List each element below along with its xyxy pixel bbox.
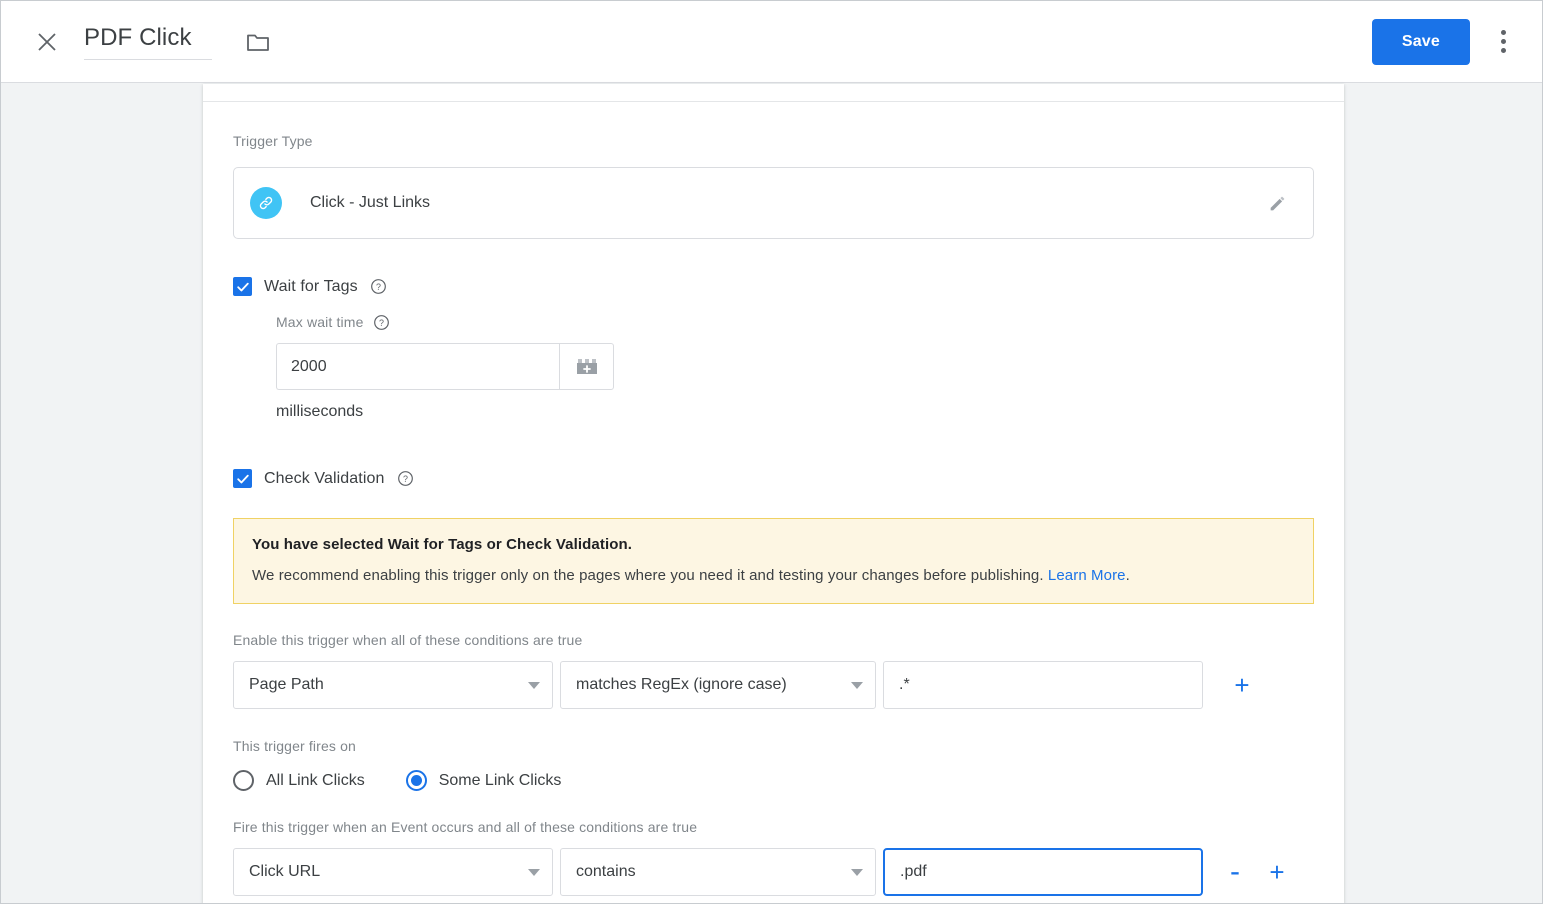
warning-body-suffix: . [1126,567,1130,584]
folder-button[interactable] [245,29,271,55]
checkmark-icon [236,472,250,486]
close-button[interactable] [33,28,61,56]
more-vert-icon-dot [1501,39,1506,44]
validation-warning-banner: You have selected Wait for Tags or Check… [233,518,1314,604]
edit-trigger-type-button[interactable] [1265,190,1291,216]
warning-body: We recommend enabling this trigger only … [252,567,1295,584]
check-validation-label: Check Validation [264,470,384,488]
enable-condition-value-input[interactable] [883,661,1203,709]
help-circle-icon[interactable]: ? [370,278,388,296]
wait-for-tags-label: Wait for Tags [264,278,358,296]
trigger-type-label: Trigger Type [233,133,1314,149]
trigger-type-card[interactable]: Click - Just Links [233,167,1314,239]
chevron-down-icon [851,869,863,876]
help-circle-icon[interactable]: ? [396,470,414,488]
radio-some-link-clicks-control[interactable] [406,770,427,791]
svg-text:?: ? [376,282,381,292]
save-button[interactable]: Save [1372,19,1470,65]
check-validation-row[interactable]: Check Validation ? [233,469,1314,488]
enable-condition-variable-value: Page Path [249,676,324,694]
max-wait-time-label: Max wait time [276,314,364,330]
radio-selected-dot [411,775,422,786]
insert-variable-icon [574,356,600,378]
panel-body: Trigger Type Click - Just Links [203,133,1344,896]
trigger-type-name: Click - Just Links [310,194,430,212]
radio-some-link-clicks[interactable]: Some Link Clicks [406,770,562,791]
fires-on-radio-group: All Link Clicks Some Link Clicks [233,770,1314,791]
help-circle-icon-glyph: ? [370,278,387,295]
more-vert-icon [1501,30,1506,35]
fire-condition-operator-value: contains [576,863,636,881]
radio-some-link-clicks-label: Some Link Clicks [439,772,562,790]
help-circle-icon-glyph: ? [397,470,414,487]
wait-for-tags-row[interactable]: Wait for Tags ? [233,277,1314,296]
more-vert-icon-dot [1501,48,1506,53]
enable-condition-operator-select[interactable]: matches RegEx (ignore case) [560,661,876,709]
enable-condition-operator-value: matches RegEx (ignore case) [576,676,787,694]
max-wait-time-block: Max wait time ? [276,313,1314,421]
svg-text:?: ? [403,474,408,484]
enable-condition-row: Page Path matches RegEx (ignore case) + [233,661,1314,709]
add-fire-condition-button[interactable]: + [1262,859,1292,885]
checkmark-icon [236,280,250,294]
warning-title: You have selected Wait for Tags or Check… [252,536,1295,553]
check-validation-checkbox[interactable] [233,469,252,488]
link-icon-glyph [257,194,275,212]
enable-conditions-label: Enable this trigger when all of these co… [233,632,1314,648]
help-circle-icon-glyph: ? [373,314,390,331]
radio-all-link-clicks[interactable]: All Link Clicks [233,770,365,791]
fire-condition-operator-select[interactable]: contains [560,848,876,896]
max-wait-time-input[interactable] [276,343,559,390]
chevron-down-icon [528,682,540,689]
trigger-config-panel: Trigger Type Click - Just Links [203,84,1344,904]
trigger-name-input[interactable]: PDF Click [84,24,212,60]
add-enable-condition-button[interactable]: + [1227,672,1257,698]
max-wait-label-row: Max wait time ? [276,313,1314,331]
link-icon [250,187,282,219]
close-icon [36,31,58,53]
wait-for-tags-checkbox[interactable] [233,277,252,296]
enable-condition-variable-select[interactable]: Page Path [233,661,553,709]
fire-conditions-label: Fire this trigger when an Event occurs a… [233,819,1314,835]
trigger-editor-screen: PDF Click Save Trigger Type [0,0,1543,904]
radio-all-link-clicks-control[interactable] [233,770,254,791]
edit-pencil-icon [1267,192,1289,214]
max-wait-input-group [276,343,614,390]
chevron-down-icon [528,869,540,876]
fire-condition-variable-select[interactable]: Click URL [233,848,553,896]
fires-on-label: This trigger fires on [233,738,1314,754]
fire-condition-row: Click URL contains - + [233,848,1314,896]
fire-condition-variable-value: Click URL [249,863,320,881]
panel-divider [203,84,1344,102]
max-wait-units-label: milliseconds [276,403,1314,421]
title-area: PDF Click [84,24,271,60]
insert-variable-button[interactable] [559,343,614,390]
help-circle-icon[interactable]: ? [373,313,391,331]
editor-header: PDF Click Save [1,1,1542,83]
header-actions: Save [1372,19,1542,65]
fire-condition-value-input[interactable] [883,848,1203,896]
more-options-button[interactable] [1488,22,1518,62]
learn-more-link[interactable]: Learn More [1048,567,1126,584]
warning-body-text: We recommend enabling this trigger only … [252,567,1044,584]
remove-fire-condition-button[interactable]: - [1220,857,1250,887]
svg-text:?: ? [379,318,384,328]
chevron-down-icon [851,682,863,689]
radio-all-link-clicks-label: All Link Clicks [266,772,365,790]
folder-icon [246,31,270,53]
